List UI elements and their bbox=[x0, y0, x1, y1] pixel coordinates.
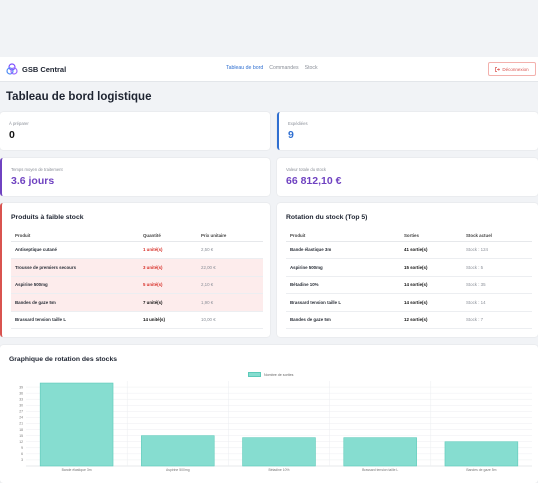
quantity-cell: 14 unité(s) bbox=[139, 311, 197, 329]
nav-links: Tableau de bord Commandes Stock bbox=[226, 65, 318, 71]
navbar: GSB Central Tableau de bord Commandes St… bbox=[0, 57, 538, 82]
stat-label: Valeur totale du stock bbox=[286, 167, 326, 172]
nav-link-dashboard[interactable]: Tableau de bord bbox=[226, 65, 263, 71]
stock-cell: Stock : 14 bbox=[462, 293, 532, 312]
product-cell: Bandes de gaze 5m bbox=[286, 311, 400, 329]
legend-swatch bbox=[248, 372, 261, 377]
product-cell: Bande élastique 3m bbox=[286, 241, 400, 259]
table-row: Brassard tension taille L 14 sortie(s) Sto… bbox=[286, 293, 532, 312]
table-row: Bande élastique 3m 41 sortie(s) Stock : 12… bbox=[286, 241, 532, 259]
table-header-row: Produit Sorties Stock actuel bbox=[286, 230, 532, 242]
stat-label: À préparer bbox=[9, 121, 29, 126]
product-cell: Brassard tension taille L bbox=[286, 293, 400, 312]
low-stock-panel: Produits à faible stock Produit Quantité… bbox=[0, 203, 270, 337]
rotation-panel: Rotation du stock (Top 5) Produit Sortie… bbox=[277, 203, 538, 337]
sorties-cell: 14 sortie(s) bbox=[400, 293, 462, 312]
sorties-cell: 14 sortie(s) bbox=[400, 276, 462, 294]
rotation-table: Produit Sorties Stock actuel Bande élast… bbox=[286, 230, 532, 329]
chart-legend[interactable]: Nombre de sorties bbox=[248, 372, 293, 377]
product-cell: Brassard tension taille L bbox=[11, 311, 139, 329]
price-cell: 2,50 € bbox=[197, 241, 263, 259]
price-cell: 2,10 € bbox=[197, 276, 263, 294]
stock-cell: Stock : 5 bbox=[462, 258, 532, 277]
product-cell: Antiseptique cutané bbox=[11, 241, 139, 259]
legend-label: Nombre de sorties bbox=[264, 372, 294, 377]
nav-link-stock[interactable]: Stock bbox=[305, 65, 318, 71]
column-header: Quantité bbox=[139, 230, 197, 242]
stock-cell: Stock : 7 bbox=[462, 311, 532, 329]
quantity-cell: 1 unité(s) bbox=[139, 241, 197, 259]
sorties-cell: 41 sortie(s) bbox=[400, 241, 462, 259]
table-row: Trousse de premiers secours 3 unité(s) 22,… bbox=[11, 258, 263, 277]
stat-value: 3.6 jours bbox=[11, 175, 55, 187]
logout-icon bbox=[495, 66, 501, 72]
price-cell: 10,00 € bbox=[197, 311, 263, 329]
logout-label: Déconnexion bbox=[502, 66, 529, 72]
sorties-cell: 12 sortie(s) bbox=[400, 311, 462, 329]
brand[interactable]: GSB Central bbox=[6, 63, 66, 75]
quantity-cell: 7 unité(s) bbox=[139, 293, 197, 312]
product-cell: Bandes de gaze 5m bbox=[11, 293, 139, 312]
table-row: Brassard tension taille L 14 unité(s) 10,0… bbox=[11, 311, 263, 329]
table-row: Bandes de gaze 5m 12 sortie(s) Stock : 7 bbox=[286, 311, 532, 329]
app-name: GSB Central bbox=[22, 64, 67, 74]
table-row: Bandes de gaze 5m 7 unité(s) 1,90 € bbox=[11, 293, 263, 312]
stat-card-to-prepare: À préparer 0 bbox=[0, 112, 270, 150]
stat-label: Temps moyen de traitement bbox=[11, 167, 63, 172]
table-row: Aspirine 500mg 5 unité(s) 2,10 € bbox=[11, 276, 263, 294]
table-row: Bétadine 10% 14 sortie(s) Stock : 35 bbox=[286, 276, 532, 294]
stat-card-avg-time: Temps moyen de traitement 3.6 jours bbox=[0, 158, 270, 196]
logo-icon bbox=[6, 63, 18, 75]
stat-value: 9 bbox=[288, 129, 294, 141]
column-header: Produit bbox=[11, 230, 139, 242]
rotation-body: Bande élastique 3m 41 sortie(s) Stock : 12… bbox=[286, 241, 532, 329]
quantity-cell: 3 unité(s) bbox=[139, 258, 197, 277]
column-header: Prix unitaire bbox=[197, 230, 263, 242]
chart-title: Graphique de rotation des stocks bbox=[9, 356, 118, 363]
low-stock-table: Produit Quantité Prix unitaire Antisepti… bbox=[11, 230, 263, 329]
column-header: Sorties bbox=[400, 230, 462, 242]
quantity-cell: 5 unité(s) bbox=[139, 276, 197, 294]
column-header: Produit bbox=[286, 230, 400, 242]
table-header-row: Produit Quantité Prix unitaire bbox=[11, 230, 263, 242]
sorties-cell: 15 sortie(s) bbox=[400, 258, 462, 277]
nav-link-orders[interactable]: Commandes bbox=[269, 65, 298, 71]
stock-cell: Stock : 35 bbox=[462, 276, 532, 294]
stat-value: 66 812,10 € bbox=[286, 175, 342, 187]
stat-label: Expédiées bbox=[288, 121, 308, 126]
panel-title: Produits à faible stock bbox=[11, 214, 84, 221]
table-row: Antiseptique cutané 1 unité(s) 2,50 € bbox=[11, 241, 263, 259]
panel-title: Rotation du stock (Top 5) bbox=[286, 214, 368, 221]
page-title: Tableau de bord logistique bbox=[6, 91, 152, 103]
stock-cell: Stock : 124 bbox=[462, 241, 532, 259]
product-cell: Aspirine 500mg bbox=[11, 276, 139, 294]
product-cell: Trousse de premiers secours bbox=[11, 258, 139, 277]
stat-card-stock-value: Valeur totale du stock 66 812,10 € bbox=[277, 158, 538, 196]
column-header: Stock actuel bbox=[462, 230, 532, 242]
price-cell: 1,90 € bbox=[197, 293, 263, 312]
stat-card-shipped: Expédiées 9 bbox=[277, 112, 538, 150]
price-cell: 22,00 € bbox=[197, 258, 263, 277]
logout-button[interactable]: Déconnexion bbox=[488, 62, 536, 76]
stat-value: 0 bbox=[9, 129, 15, 141]
table-row: Aspirine 500mg 15 sortie(s) Stock : 5 bbox=[286, 258, 532, 277]
product-cell: Aspirine 500mg bbox=[286, 258, 400, 277]
product-cell: Bétadine 10% bbox=[286, 276, 400, 294]
low-stock-body: Antiseptique cutané 1 unité(s) 2,50 € Trous… bbox=[11, 241, 263, 329]
chart-panel: Graphique de rotation des stocks bbox=[0, 345, 538, 483]
